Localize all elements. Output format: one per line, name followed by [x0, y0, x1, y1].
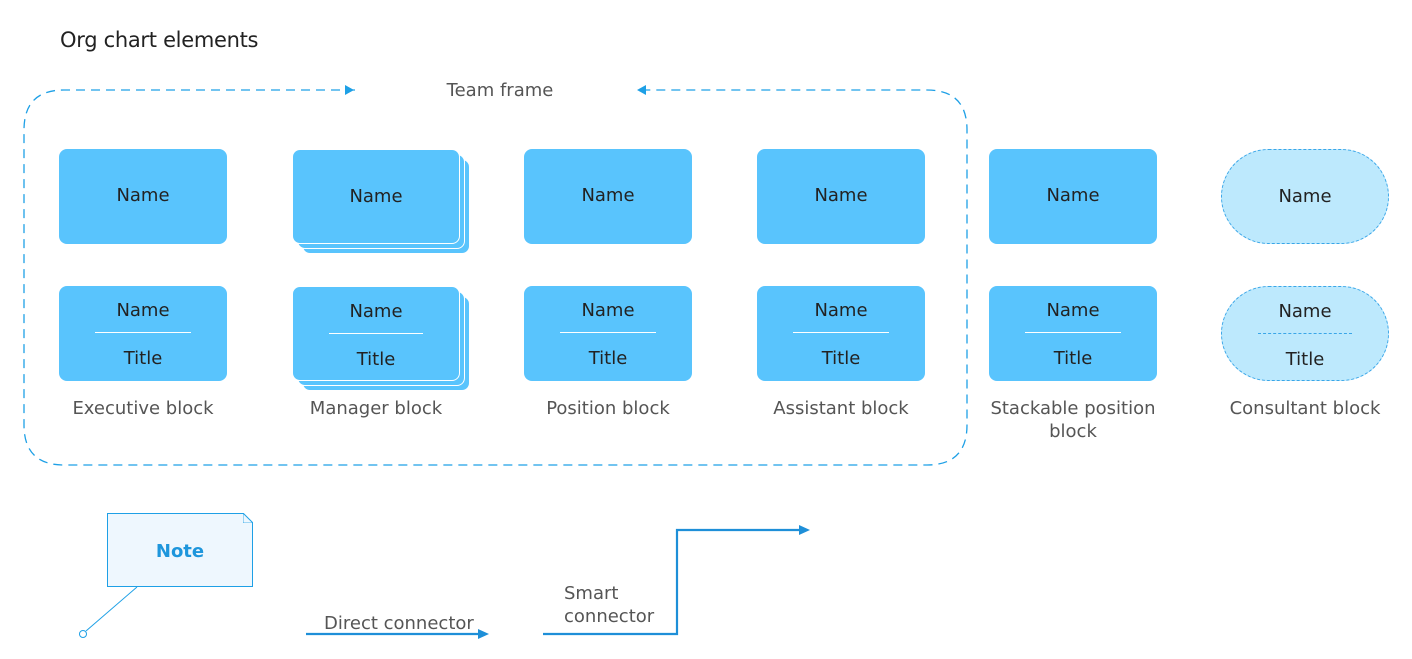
block-divider [95, 332, 191, 333]
executive-block-name-title[interactable]: Name Title [59, 286, 227, 381]
executive-block-name-only[interactable]: Name [59, 149, 227, 244]
manager-block-name-only[interactable]: Name [292, 149, 460, 244]
stackable-block-name-title[interactable]: Name Title [989, 286, 1157, 381]
manager-block-caption: Manager block [309, 398, 443, 419]
note-anchor-icon [79, 630, 87, 638]
direct-connector-label: Direct connector [324, 613, 474, 634]
team-frame-label: Team frame [446, 80, 554, 101]
block-name: Name [1278, 301, 1332, 322]
block-title: Title [123, 348, 163, 369]
manager-block-name-title[interactable]: Name Title [292, 286, 460, 381]
block-name: Name [1046, 185, 1100, 206]
block-divider [1025, 332, 1121, 333]
block-name: Name [814, 185, 868, 206]
position-block-name-only[interactable]: Name [524, 149, 692, 244]
block-divider [793, 332, 889, 333]
position-block-name-title[interactable]: Name Title [524, 286, 692, 381]
block-name: Name [1046, 300, 1100, 321]
smart-connector-arrow-icon [799, 525, 810, 535]
team-frame-arrow-left-icon [345, 85, 354, 95]
smart-connector-label: Smart connector [564, 583, 655, 627]
block-title: Title [356, 349, 396, 370]
block-divider [1258, 333, 1352, 334]
executive-block-caption: Executive block [72, 398, 214, 419]
block-title: Title [1285, 349, 1325, 370]
stackable-block-caption: Stackable position block [990, 398, 1156, 442]
assistant-block-name-only[interactable]: Name [757, 149, 925, 244]
note-label: Note [155, 541, 205, 562]
block-name: Name [116, 300, 170, 321]
block-name: Name [349, 301, 403, 322]
block-name: Name [116, 185, 170, 206]
note-shape[interactable]: Note [107, 513, 253, 587]
stackable-block-name-only[interactable]: Name [989, 149, 1157, 244]
block-name: Name [349, 186, 403, 207]
block-title: Title [1053, 348, 1093, 369]
team-frame-arrow-right-icon [637, 85, 646, 95]
assistant-block-caption: Assistant block [773, 398, 909, 419]
block-name: Name [814, 300, 868, 321]
block-title: Title [821, 348, 861, 369]
note-connector-line [85, 586, 138, 632]
position-block-caption: Position block [546, 398, 670, 419]
block-title: Title [588, 348, 628, 369]
consultant-block-name-title[interactable]: Name Title [1221, 286, 1389, 381]
block-name: Name [581, 300, 635, 321]
block-name: Name [1278, 186, 1332, 207]
assistant-block-name-title[interactable]: Name Title [757, 286, 925, 381]
note-folded-corner-icon [243, 513, 253, 523]
direct-connector-arrow-icon [478, 629, 489, 639]
block-divider [560, 332, 656, 333]
block-name: Name [581, 185, 635, 206]
consultant-block-caption: Consultant block [1229, 398, 1381, 419]
consultant-block-name-only[interactable]: Name [1221, 149, 1389, 244]
block-divider [329, 333, 423, 334]
